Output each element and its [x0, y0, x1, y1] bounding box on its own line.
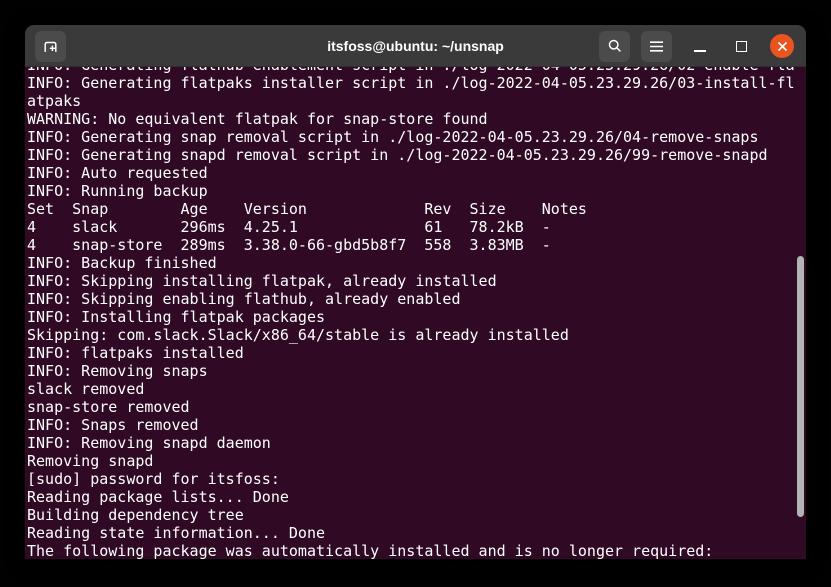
terminal-line-clipped: INFO: Generating flathub enablement scri… — [27, 67, 806, 74]
terminal-line: INFO: Installing flatpak packages — [27, 308, 806, 326]
terminal-line: Reading state information... Done — [27, 524, 806, 542]
maximize-button[interactable] — [729, 31, 753, 62]
terminal-line: The following package was automatically … — [27, 542, 806, 559]
terminal-line-table-row: 4 snap-store 289ms 3.38.0-66-gbd5b8f7 55… — [27, 236, 806, 254]
terminal-line: INFO: Skipping installing flatpak, alrea… — [27, 272, 806, 290]
terminal-line: Reading package lists... Done — [27, 488, 806, 506]
terminal-line: INFO: flatpaks installed — [27, 344, 806, 362]
menu-button[interactable] — [641, 31, 672, 62]
new-tab-icon — [42, 38, 59, 55]
terminal-line-table-row: 4 slack 296ms 4.25.1 61 78.2kB - — [27, 218, 806, 236]
terminal-line: Removing snapd — [27, 452, 806, 470]
terminal-line: slack removed — [27, 380, 806, 398]
terminal-output: INFO: Generating flathub enablement scri… — [25, 67, 806, 559]
terminal-line: INFO: Running backup — [27, 182, 806, 200]
terminal-line: INFO: Snaps removed — [27, 416, 806, 434]
desktop-background: itsfoss@ubuntu: ~/unsnap — [0, 0, 831, 587]
terminal-line: INFO: Generating snapd removal script in… — [27, 146, 806, 164]
hamburger-menu-icon — [649, 40, 664, 53]
terminal-line: WARNING: No equivalent flatpak for snap-… — [27, 110, 806, 128]
new-tab-button[interactable] — [35, 31, 66, 62]
terminal-line: Building dependency tree — [27, 506, 806, 524]
terminal-screen[interactable]: INFO: Generating flathub enablement scri… — [25, 67, 806, 559]
titlebar[interactable]: itsfoss@ubuntu: ~/unsnap — [25, 25, 806, 67]
terminal-line: Skipping: com.slack.Slack/x86_64/stable … — [27, 326, 806, 344]
terminal-line: atpaks — [27, 92, 806, 110]
terminal-line: snap-store removed — [27, 398, 806, 416]
minimize-icon — [694, 50, 706, 52]
scrollbar-thumb[interactable] — [797, 256, 804, 517]
terminal-line: INFO: Removing snaps — [27, 362, 806, 380]
minimize-button[interactable] — [688, 31, 712, 62]
titlebar-controls — [599, 25, 794, 67]
close-button[interactable] — [770, 34, 794, 58]
terminal-line: INFO: Generating snap removal script in … — [27, 128, 806, 146]
terminal-line: INFO: Removing snapd daemon — [27, 434, 806, 452]
terminal-line: INFO: Skipping enabling flathub, already… — [27, 290, 806, 308]
search-button[interactable] — [599, 31, 630, 62]
terminal-line: INFO: Generating flatpaks installer scri… — [27, 74, 806, 92]
maximize-icon — [736, 41, 747, 52]
search-icon — [607, 38, 623, 54]
terminal-window: itsfoss@ubuntu: ~/unsnap — [25, 25, 806, 559]
terminal-line-table-header: Set Snap Age Version Rev Size Notes — [27, 200, 806, 218]
terminal-line: INFO: Backup finished — [27, 254, 806, 272]
terminal-line: INFO: Auto requested — [27, 164, 806, 182]
close-icon — [777, 41, 788, 52]
terminal-line-sudo-prompt: [sudo] password for itsfoss: — [27, 470, 806, 488]
